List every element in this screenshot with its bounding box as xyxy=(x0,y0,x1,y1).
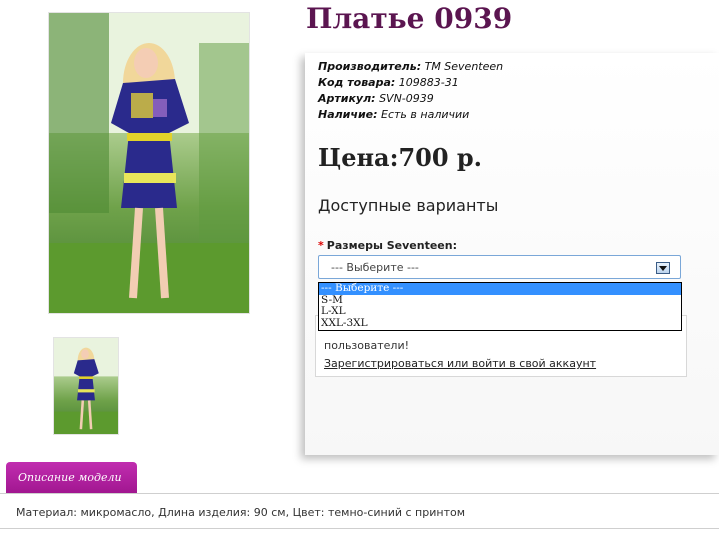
product-info-panel: Производитель: TM Seventeen Код товара: … xyxy=(305,53,719,455)
required-mark: * xyxy=(318,239,324,252)
product-title: Платье 0939 xyxy=(306,2,513,35)
manufacturer-label: Производитель: xyxy=(318,60,422,73)
description-text: Материал: микромасло, Длина изделия: 90 … xyxy=(16,506,466,519)
article-value: SVN-0939 xyxy=(379,92,434,105)
description-panel: Материал: микромасло, Длина изделия: 90 … xyxy=(0,493,719,529)
product-price: Цена:700 р. xyxy=(318,143,483,172)
product-meta: Производитель: TM Seventeen Код товара: … xyxy=(318,59,503,123)
availability-value: Есть в наличии xyxy=(381,108,470,121)
size-label: * Размеры Seventeen: xyxy=(318,239,457,252)
availability-row: Наличие: Есть в наличии xyxy=(318,107,503,123)
product-thumbnail[interactable] xyxy=(53,337,119,435)
chevron-down-icon[interactable] xyxy=(656,262,670,274)
availability-label: Наличие: xyxy=(318,108,378,121)
notice-text: пользователи! xyxy=(324,339,410,352)
size-option-l-xl[interactable]: L-XL xyxy=(319,306,681,318)
size-option-s-m[interactable]: S-M xyxy=(319,294,681,307)
product-code-row: Код товара: 109883-31 xyxy=(318,75,503,91)
variants-heading: Доступные варианты xyxy=(318,196,499,215)
dress-model-thumb-illustration xyxy=(54,338,118,434)
size-dropdown-list: --- Выберите --- S-M L-XL XXL-3XL xyxy=(318,282,682,331)
register-login-link[interactable]: Зарегистрироваться или войти в свой акка… xyxy=(324,357,596,370)
article-row: Артикул: SVN-0939 xyxy=(318,91,503,107)
size-option-placeholder[interactable]: --- Выберите --- xyxy=(319,282,681,295)
size-label-text: Размеры Seventeen: xyxy=(326,239,457,252)
manufacturer-row: Производитель: TM Seventeen xyxy=(318,59,503,75)
article-label: Артикул: xyxy=(318,92,376,105)
size-select-value: --- Выберите --- xyxy=(331,261,419,274)
tab-description-label: Описание модели xyxy=(18,471,122,484)
size-option-xxl-3xl[interactable]: XXL-3XL xyxy=(319,317,681,330)
tab-description[interactable]: Описание модели xyxy=(6,462,137,494)
manufacturer-value: TM Seventeen xyxy=(424,60,504,73)
dress-model-illustration xyxy=(49,13,249,313)
size-select[interactable]: --- Выберите --- xyxy=(318,255,681,279)
product-code-label: Код товара: xyxy=(318,76,396,89)
product-code-value: 109883-31 xyxy=(398,76,459,89)
product-main-image[interactable] xyxy=(48,12,250,314)
